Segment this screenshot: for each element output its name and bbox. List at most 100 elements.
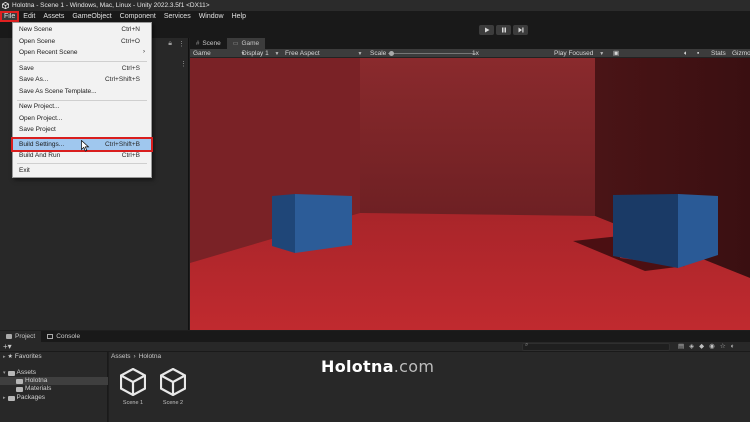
tab-game-label: Game bbox=[241, 40, 260, 47]
menu-item-label: Open Recent Scene bbox=[19, 49, 78, 56]
menu-item-save-as[interactable]: Save As... Ctrl+Shift+S bbox=[13, 74, 151, 85]
scale-value: 1x bbox=[472, 50, 479, 57]
menu-help[interactable]: Help bbox=[228, 11, 250, 22]
menu-item-save-project[interactable]: Save Project bbox=[13, 124, 151, 135]
folder-icon bbox=[6, 334, 12, 339]
mute-audio-icon[interactable]: 🔈︎ bbox=[684, 49, 688, 58]
menu-item-save[interactable]: Save Ctrl+S bbox=[13, 63, 151, 74]
play-focused-dropdown[interactable]: Play Focused ▼ bbox=[554, 49, 604, 58]
menu-item-new-scene[interactable]: New Scene Ctrl+N bbox=[13, 24, 151, 35]
tree-assets[interactable]: ▾ Assets bbox=[3, 369, 36, 377]
menu-item-save-as-scene-template[interactable]: Save As Scene Template... bbox=[13, 86, 151, 97]
menu-item-label: Save Project bbox=[19, 126, 56, 133]
chevron-right-icon: ▸ bbox=[3, 354, 6, 360]
submenu-arrow-icon: › bbox=[143, 49, 145, 55]
scale-slider-track bbox=[388, 53, 476, 54]
tab-scene[interactable]: # Scene bbox=[190, 38, 227, 49]
game-mode-label: Game bbox=[193, 50, 211, 57]
menu-item-shortcut: Ctrl+O bbox=[121, 38, 140, 45]
breadcrumb-holotna[interactable]: Holotna bbox=[139, 353, 161, 360]
lock-icon[interactable]: 🔒︎ bbox=[168, 40, 172, 48]
menu-gameobject[interactable]: GameObject bbox=[68, 11, 115, 22]
pause-button[interactable] bbox=[496, 25, 511, 35]
folder-icon bbox=[16, 378, 23, 384]
stats-button[interactable]: Stats bbox=[711, 49, 726, 58]
scale-slider[interactable] bbox=[388, 51, 476, 56]
display-dropdown[interactable]: Display 1 ▼ bbox=[242, 49, 280, 58]
game-viewport[interactable] bbox=[190, 58, 750, 330]
tab-console[interactable]: Console bbox=[41, 331, 86, 342]
hierarchy-item-options-icon[interactable]: ⋮ bbox=[180, 60, 187, 68]
create-asset-button[interactable]: +▾ bbox=[3, 342, 12, 352]
tree-materials[interactable]: Materials bbox=[16, 385, 51, 393]
chevron-down-icon: ▼ bbox=[357, 51, 363, 57]
tree-assets-label: Assets bbox=[16, 369, 37, 376]
menu-separator bbox=[17, 61, 147, 62]
asset-scene-1[interactable]: Scene 1 bbox=[113, 367, 153, 406]
menu-assets[interactable]: Assets bbox=[39, 11, 68, 22]
search-by-label-icon[interactable]: ◈ bbox=[689, 342, 694, 352]
tree-holotna[interactable]: Holotna bbox=[0, 377, 108, 385]
folder-icon bbox=[7, 370, 15, 376]
menu-item-open-project[interactable]: Open Project... bbox=[13, 113, 151, 124]
panel-options-icon[interactable]: ⋮ bbox=[178, 40, 185, 48]
menu-item-shortcut: Ctrl+N bbox=[121, 26, 140, 33]
search-by-type-icon[interactable]: ▤ bbox=[678, 342, 684, 352]
file-menu-dropdown: New Scene Ctrl+N Open Scene Ctrl+O Open … bbox=[11, 22, 153, 178]
asset-name: Scene 2 bbox=[162, 400, 184, 406]
game-render bbox=[190, 58, 750, 330]
play-button[interactable] bbox=[479, 25, 494, 35]
visibility-icon[interactable]: ◉ bbox=[709, 342, 715, 352]
menu-window[interactable]: Window bbox=[195, 11, 228, 22]
menu-item-new-project[interactable]: New Project... bbox=[13, 101, 151, 112]
tab-game[interactable]: ▭ Game bbox=[226, 38, 266, 49]
menu-services[interactable]: Services bbox=[160, 11, 195, 22]
aspect-label: Free Aspect bbox=[285, 50, 320, 57]
folder-icon bbox=[7, 395, 15, 401]
menu-item-open-scene[interactable]: Open Scene Ctrl+O bbox=[13, 36, 151, 47]
step-button[interactable] bbox=[513, 25, 528, 35]
chevron-right-icon: ▸ bbox=[3, 395, 6, 401]
settings-icon[interactable]: ▣ bbox=[613, 49, 619, 58]
tab-console-label: Console bbox=[56, 333, 81, 340]
menu-item-build-and-run[interactable]: Build And Run Ctrl+B bbox=[13, 150, 151, 161]
window-title-bar: Holotna - Scene 1 - Windows, Mac, Linux … bbox=[0, 0, 750, 11]
chevron-down-icon: ▼ bbox=[599, 51, 605, 57]
menu-item-shortcut: Ctrl+S bbox=[121, 65, 140, 72]
step-icon bbox=[518, 27, 523, 33]
project-search-input[interactable]: ⌕ bbox=[522, 342, 670, 351]
label-icon[interactable]: ◆ bbox=[699, 342, 704, 352]
menu-edit[interactable]: Edit bbox=[19, 11, 39, 22]
menu-component[interactable]: Component bbox=[116, 11, 160, 22]
favorite-icon[interactable]: ☆ bbox=[720, 342, 726, 352]
breadcrumb: Assets › Holotna bbox=[111, 353, 161, 360]
menu-item-build-settings[interactable]: Build Settings... Ctrl+Shift+B bbox=[11, 137, 153, 152]
packages-count-icon[interactable]: ◐ bbox=[731, 342, 735, 352]
breadcrumb-assets[interactable]: Assets bbox=[111, 353, 131, 360]
tab-project[interactable]: Project bbox=[0, 331, 42, 342]
tab-scene-label: Scene bbox=[202, 40, 221, 47]
chevron-down-icon: ▼ bbox=[274, 51, 280, 57]
menu-item-label: Exit bbox=[19, 167, 30, 174]
breadcrumb-separator: › bbox=[133, 353, 136, 360]
project-toolbar-icons: ▤ ◈ ◆ ◉ ☆ ◐ bbox=[678, 342, 735, 352]
watermark-main: Holotna bbox=[321, 357, 394, 376]
menu-item-exit[interactable]: Exit bbox=[13, 165, 151, 176]
window-title: Holotna - Scene 1 - Windows, Mac, Linux … bbox=[12, 2, 210, 9]
game-mode-dropdown[interactable]: Game ▼ bbox=[193, 49, 245, 58]
asset-name: Scene 1 bbox=[122, 400, 144, 406]
asset-scene-2[interactable]: Scene 2 bbox=[153, 367, 193, 406]
game-view-toolbar: Game ▼ Display 1 ▼ Free Aspect ▼ Scale 1… bbox=[190, 49, 750, 58]
aspect-dropdown[interactable]: Free Aspect ▼ bbox=[285, 49, 362, 58]
tree-packages[interactable]: ▸ Packages bbox=[3, 394, 45, 402]
game-tab-icon: ▭ bbox=[232, 41, 239, 47]
scene-tab-icon: # bbox=[196, 40, 200, 47]
playmode-controls bbox=[479, 25, 528, 35]
menu-item-open-recent-scene[interactable]: Open Recent Scene › bbox=[13, 47, 151, 58]
scale-slider-handle[interactable] bbox=[389, 51, 394, 56]
tree-favorites[interactable]: ▸ ★ Favorites bbox=[3, 353, 42, 361]
shortcuts-icon[interactable]: ▪ bbox=[697, 49, 699, 58]
menu-item-label: Save bbox=[19, 65, 34, 72]
gizmos-button[interactable]: Gizmos bbox=[732, 49, 750, 58]
menu-file[interactable]: File bbox=[0, 11, 20, 22]
